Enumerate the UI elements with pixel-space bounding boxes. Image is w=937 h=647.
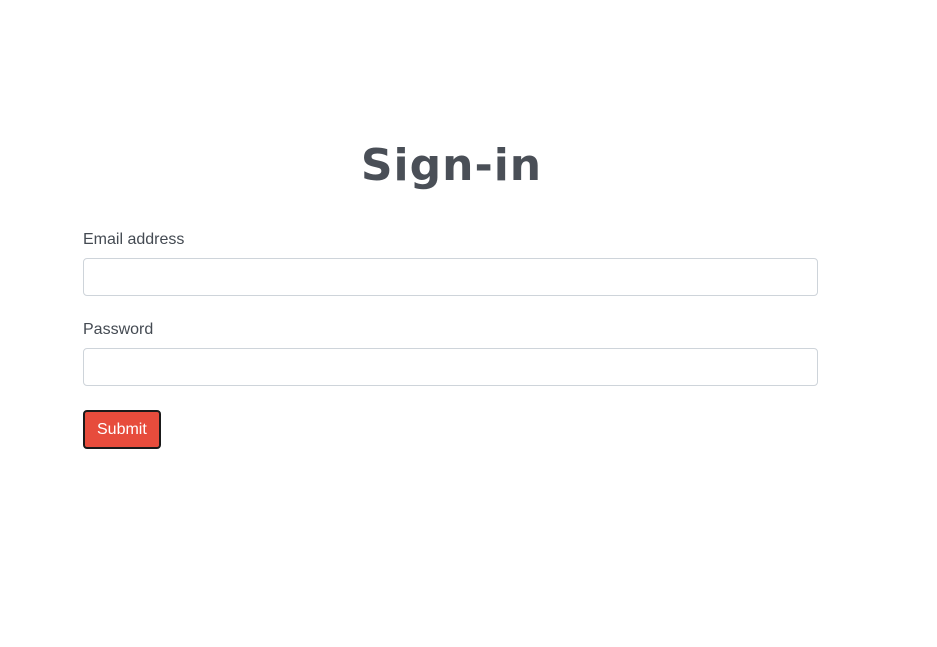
sign-in-form: Email address Password Submit <box>83 230 818 449</box>
email-field[interactable] <box>83 258 818 296</box>
password-label: Password <box>83 321 154 338</box>
sign-in-page: Sign-in Email address Password Submit <box>0 0 937 647</box>
submit-button[interactable]: Submit <box>83 410 161 449</box>
password-field[interactable] <box>83 348 818 386</box>
password-group: Password <box>83 320 818 386</box>
page-title: Sign-in <box>360 140 543 191</box>
email-label: Email address <box>83 231 185 248</box>
email-group: Email address <box>83 230 818 296</box>
